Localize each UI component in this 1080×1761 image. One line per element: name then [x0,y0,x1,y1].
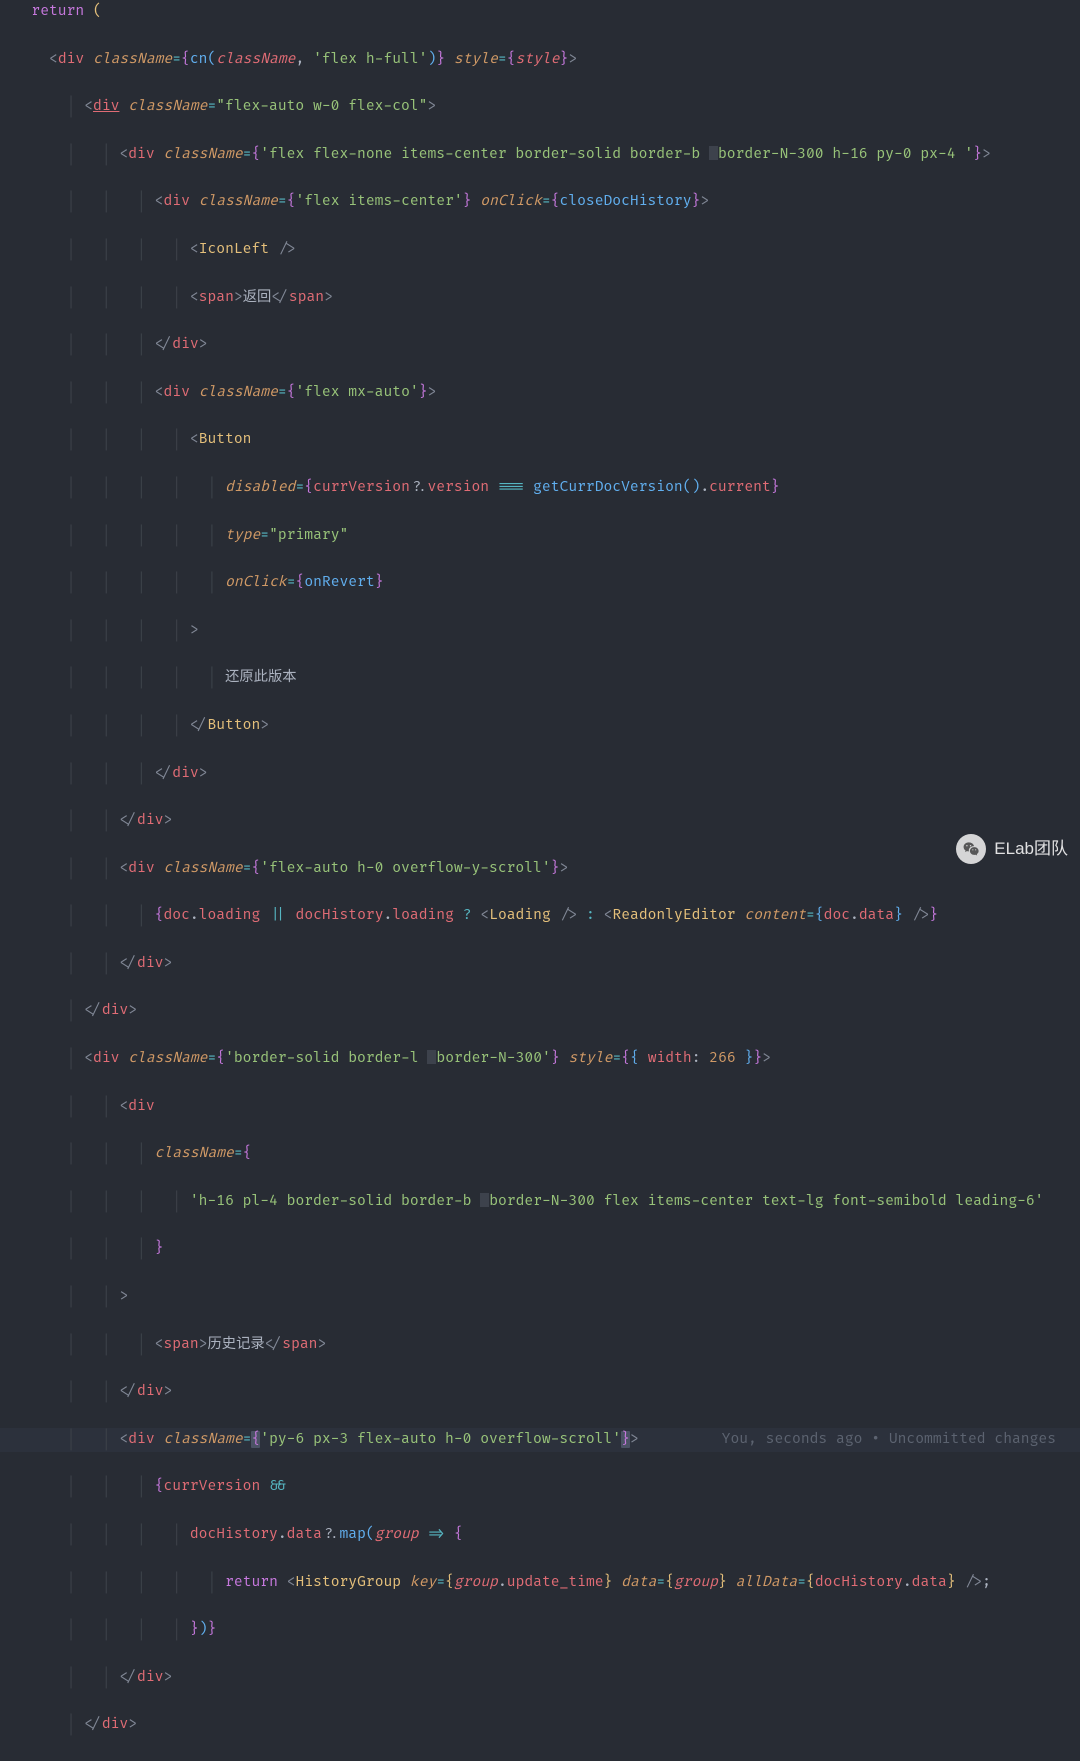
text-restore: 还原此版本 [225,669,296,686]
watermark-text: ELab团队 [994,837,1068,861]
wechat-icon [956,834,986,864]
git-lens-annotation: You, seconds ago • Uncommitted changes [722,1428,1056,1452]
return-keyword: return [31,3,84,20]
jsx-tag-div: div [58,51,84,68]
jsx-component: IconLeft [199,241,269,258]
inline-color-swatch [427,1050,436,1064]
text-history: 历史记录 [207,1336,264,1353]
text-back: 返回 [243,289,272,306]
inline-color-swatch [709,146,718,160]
active-line[interactable]: │ │ <div className={'py-6 px-3 flex-auto… [0,1428,1080,1452]
inline-color-swatch [480,1193,489,1207]
watermark: ELab团队 [956,834,1068,864]
code-editor[interactable]: return ( <div className={cn(className, '… [0,0,1080,1761]
